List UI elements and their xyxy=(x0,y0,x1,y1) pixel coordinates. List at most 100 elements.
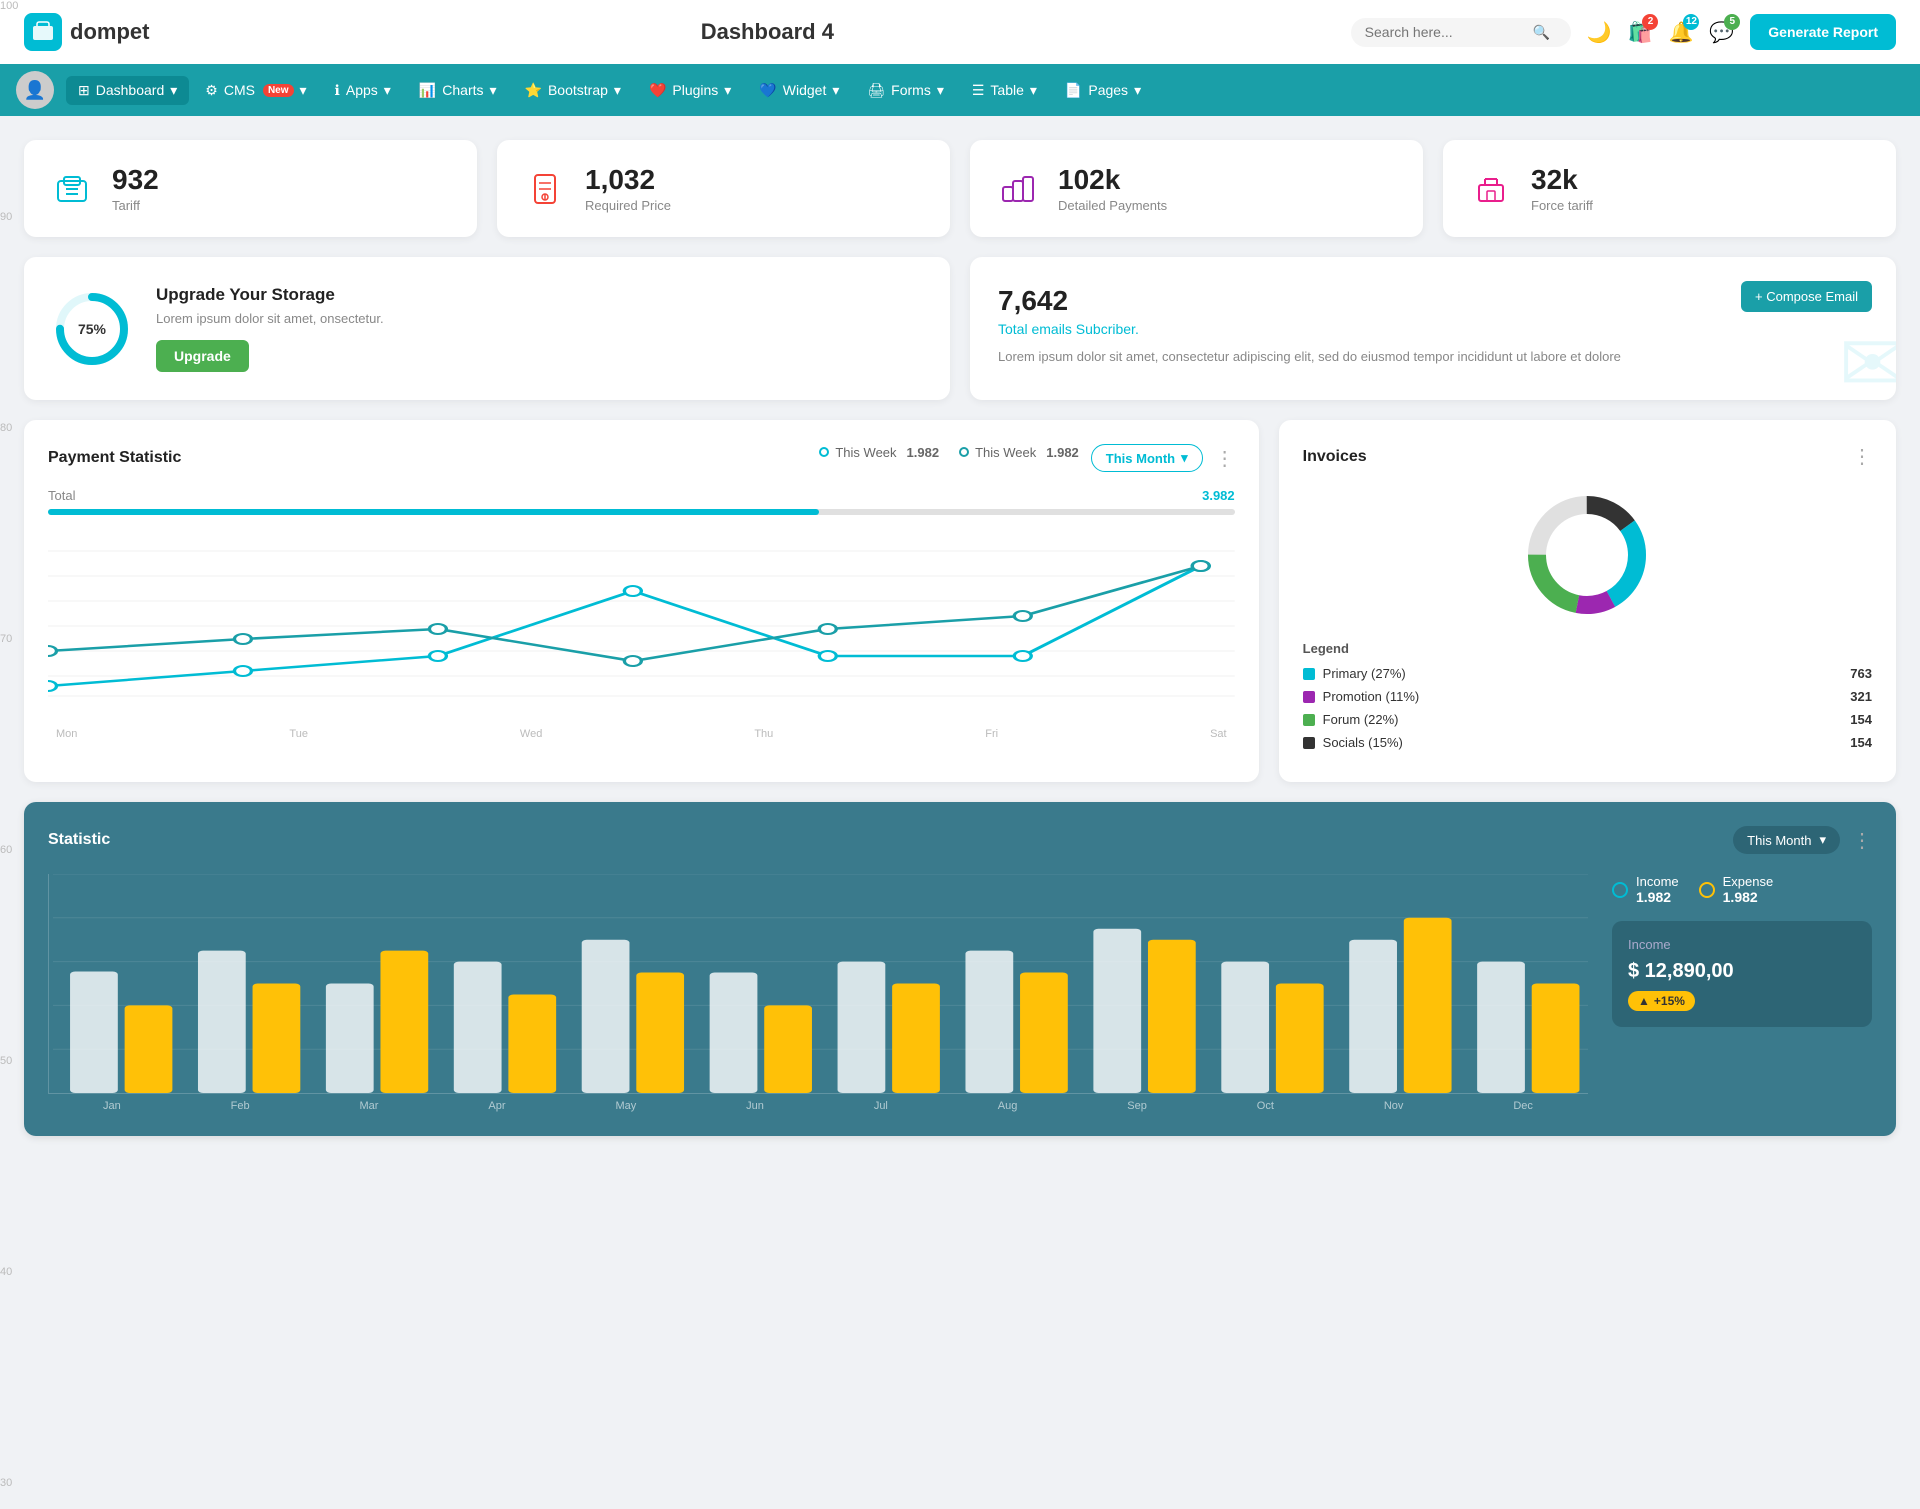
force-tariff-icon xyxy=(1467,165,1515,213)
search-input[interactable] xyxy=(1365,24,1525,40)
x-label-tue: Tue xyxy=(289,728,308,740)
invoices-menu-button[interactable]: ⋮ xyxy=(1852,444,1872,469)
sidebar-item-forms[interactable]: 🖨 Forms ▾ xyxy=(855,76,955,105)
email-count: 7,642 xyxy=(998,285,1868,317)
statistic-body: Jan Feb Mar Apr May Jun Jul Aug Sep Oct … xyxy=(48,874,1872,1112)
x-label-dec: Dec xyxy=(1513,1100,1533,1112)
income-value: 1.982 xyxy=(1636,889,1679,905)
widget-icon: 💙 xyxy=(759,82,776,99)
sidebar-item-dashboard[interactable]: ⊞ Dashboard ▾ xyxy=(66,76,189,105)
statistic-title: Statistic xyxy=(48,831,110,849)
force-tariff-value: 32k xyxy=(1531,164,1872,196)
sidebar-item-cms[interactable]: ⚙ CMS New ▾ xyxy=(193,76,318,105)
legend-dot-2: This Week 1.982 xyxy=(959,445,1079,460)
sidebar-item-bootstrap[interactable]: ⭐ Bootstrap ▾ xyxy=(513,76,633,105)
chevron-down-icon-filter: ▾ xyxy=(1181,450,1188,466)
bootstrap-icon: ⭐ xyxy=(525,82,542,99)
invoices-header: Invoices ⋮ xyxy=(1303,444,1872,469)
legend-text-socials: Socials (15%) xyxy=(1323,735,1403,750)
legend-value-2: 1.982 xyxy=(1046,445,1079,460)
income-change-value: +15% xyxy=(1654,994,1685,1008)
total-bar xyxy=(48,509,1235,515)
x-label-wed: Wed xyxy=(520,728,542,740)
legend-title: Legend xyxy=(1303,641,1872,656)
total-row: Total 3.982 xyxy=(48,488,1235,503)
payment-menu-button[interactable]: ⋮ xyxy=(1215,446,1235,471)
statistic-menu-button[interactable]: ⋮ xyxy=(1852,828,1872,853)
invoices-title: Invoices xyxy=(1303,448,1367,466)
donut-chart-svg xyxy=(1517,485,1657,625)
header-icons: 🌙 🛍️ 2 🔔 12 💬 5 Generate Report xyxy=(1587,14,1896,50)
generate-report-button[interactable]: Generate Report xyxy=(1750,14,1896,50)
income-box-value: $ 12,890,00 xyxy=(1628,960,1856,983)
expense-circle xyxy=(1699,882,1715,898)
chevron-down-icon-forms: ▾ xyxy=(937,82,944,99)
nav-label-apps: Apps xyxy=(346,82,378,98)
header: dompet Dashboard 4 🔍 🌙 🛍️ 2 🔔 12 💬 5 Gen… xyxy=(0,0,1920,64)
stat-cards: 932 Tariff 1,032 Required Price xyxy=(24,140,1896,237)
x-label-may: May xyxy=(615,1100,636,1112)
legend-count-promotion: 321 xyxy=(1850,689,1872,704)
total-bar-fill xyxy=(48,509,819,515)
statistic-filter-label: This Month xyxy=(1747,833,1811,848)
upgrade-button[interactable]: Upgrade xyxy=(156,340,249,372)
circular-progress: 75% xyxy=(52,289,132,369)
total-value: 3.982 xyxy=(1202,488,1235,503)
income-box: Income $ 12,890,00 ▲ +15% xyxy=(1612,921,1872,1027)
income-toggle: Income 1.982 xyxy=(1612,874,1679,905)
navbar: 👤 ⊞ Dashboard ▾ ⚙ CMS New ▾ ℹ Apps ▾ 📊 C… xyxy=(0,64,1920,116)
income-expense-toggle: Income 1.982 Expense 1.982 xyxy=(1612,874,1872,905)
shopping-button[interactable]: 🛍️ 2 xyxy=(1628,20,1653,45)
bar-chart-svg xyxy=(53,874,1588,1093)
income-circle xyxy=(1612,882,1628,898)
line-chart-svg xyxy=(48,531,1235,721)
search-box[interactable]: 🔍 xyxy=(1351,18,1571,47)
legend-dot-1: This Week 1.982 xyxy=(819,445,939,460)
chevron-down-icon-bootstrap: ▾ xyxy=(614,82,621,99)
payment-filter-button[interactable]: This Month ▾ xyxy=(1091,444,1203,472)
tariff-value: 932 xyxy=(112,164,453,196)
nav-label-forms: Forms xyxy=(891,82,931,98)
legend-item-socials: Socials (15%) 154 xyxy=(1303,735,1872,750)
sidebar-item-table[interactable]: ☰ Table ▾ xyxy=(960,76,1049,105)
x-axis: Mon Tue Wed Thu Fri Sat xyxy=(48,728,1235,740)
sidebar-item-widget[interactable]: 💙 Widget ▾ xyxy=(747,76,851,105)
storage-description: Lorem ipsum dolor sit amet, onsectetur. xyxy=(156,311,384,326)
email-card: + Compose Email 7,642 Total emails Subcr… xyxy=(970,257,1896,400)
storage-card: 75% Upgrade Your Storage Lorem ipsum dol… xyxy=(24,257,950,400)
table-icon: ☰ xyxy=(972,82,985,99)
legend-label-socials: Socials (15%) xyxy=(1303,735,1403,750)
email-subtitle: Total emails Subcriber. xyxy=(998,321,1868,337)
dot-2 xyxy=(959,447,969,457)
total-label: Total xyxy=(48,488,75,503)
sidebar-item-apps[interactable]: ℹ Apps ▾ xyxy=(323,76,403,105)
cms-badge: New xyxy=(263,84,294,97)
legend-label-1: This Week xyxy=(835,445,896,460)
bar-chart-area: Jan Feb Mar Apr May Jun Jul Aug Sep Oct … xyxy=(48,874,1588,1112)
message-badge: 5 xyxy=(1724,14,1740,30)
bell-button[interactable]: 🔔 12 xyxy=(1668,20,1693,45)
chevron-down-icon-pages: ▾ xyxy=(1134,82,1141,99)
legend-item-forum: Forum (22%) 154 xyxy=(1303,712,1872,727)
chevron-down-icon-cms: ▾ xyxy=(300,82,307,99)
bar-chart-grid xyxy=(48,874,1588,1094)
moon-button[interactable]: 🌙 xyxy=(1587,20,1612,45)
legend-label-primary: Primary (27%) xyxy=(1303,666,1406,681)
legend-square-promotion xyxy=(1303,691,1315,703)
dot-1 xyxy=(819,447,829,457)
x-label-nov: Nov xyxy=(1384,1100,1404,1112)
message-button[interactable]: 💬 5 xyxy=(1709,20,1734,45)
compose-email-button[interactable]: + Compose Email xyxy=(1741,281,1872,312)
sidebar-item-plugins[interactable]: ❤️ Plugins ▾ xyxy=(637,76,743,105)
stat-card-force-tariff: 32k Force tariff xyxy=(1443,140,1896,237)
statistic-filter-button[interactable]: This Month ▾ xyxy=(1733,826,1840,854)
sidebar-item-pages[interactable]: 📄 Pages ▾ xyxy=(1053,76,1153,105)
nav-label-plugins: Plugins xyxy=(672,82,718,98)
x-label-thu: Thu xyxy=(754,728,773,740)
chevron-down-icon-charts: ▾ xyxy=(490,82,497,99)
detailed-payments-value: 102k xyxy=(1058,164,1399,196)
legend-count-primary: 763 xyxy=(1850,666,1872,681)
nav-label-bootstrap: Bootstrap xyxy=(548,82,608,98)
chevron-down-icon-plugins: ▾ xyxy=(724,82,731,99)
sidebar-item-charts[interactable]: 📊 Charts ▾ xyxy=(407,76,509,105)
